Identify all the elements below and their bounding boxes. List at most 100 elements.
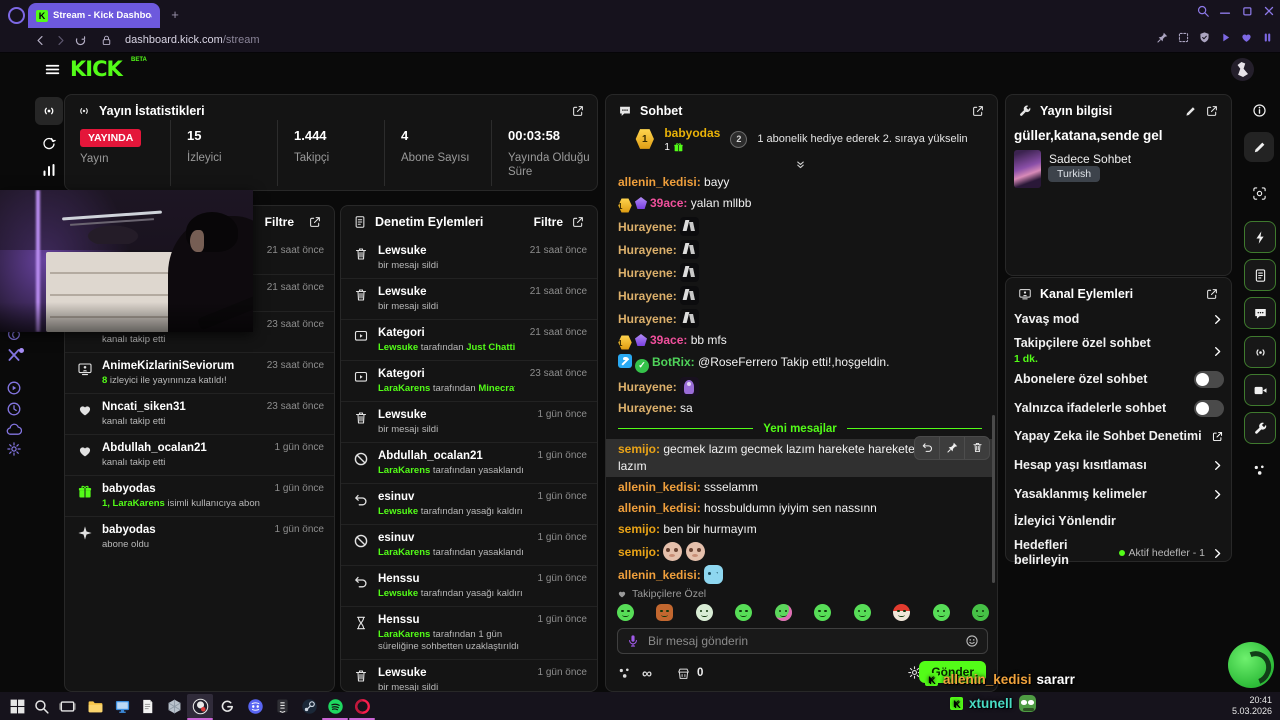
shop-icon[interactable] — [676, 666, 691, 681]
chat-username[interactable]: Hurayene: — [618, 380, 677, 394]
taskbar-glogo[interactable] — [214, 694, 240, 718]
chat-username[interactable]: semijo: — [618, 545, 660, 559]
url-field[interactable]: dashboard.kick.com/stream — [125, 34, 260, 46]
taskbar-discord[interactable] — [242, 694, 268, 718]
list-item[interactable]: Henssu LaraKarens tarafından 1 gün süreli… — [341, 606, 597, 659]
close-icon[interactable] — [1262, 4, 1276, 18]
category-name[interactable]: Sadece Sohbet — [1049, 152, 1131, 166]
chevron-collapse-icon[interactable] — [792, 161, 809, 172]
chat-message[interactable]: allenin_kedisi: — [606, 563, 994, 586]
heart-icon[interactable] — [1240, 31, 1253, 44]
chat-message[interactable]: Hurayene: — [606, 284, 994, 307]
gx-clock-icon[interactable] — [6, 401, 22, 417]
chat-username[interactable]: Hurayene: — [618, 401, 677, 415]
channel-action-row[interactable]: Takipçilere özel sohbet 1 dk. — [1014, 336, 1224, 367]
forward-icon[interactable] — [54, 34, 67, 47]
undo-action-button[interactable] — [915, 437, 939, 459]
quick-emote-smile[interactable] — [814, 604, 832, 621]
chat-username[interactable]: Hurayene: — [618, 289, 677, 303]
taskbar-spotify[interactable] — [322, 694, 348, 718]
rail-lightning-button[interactable] — [1244, 221, 1276, 253]
taskbar-win[interactable] — [4, 694, 30, 718]
rail-pencil-button[interactable] — [1244, 132, 1274, 162]
rail-broadcast-button[interactable] — [1244, 336, 1276, 368]
quick-emote-sick[interactable] — [971, 604, 989, 621]
quick-emote-smirk[interactable] — [735, 604, 753, 621]
kick-logo[interactable]: KICK — [70, 57, 123, 81]
list-item[interactable]: Nncati_siken31 kanalı takip etti 23 saat ö… — [65, 393, 334, 434]
minimize-icon[interactable] — [1218, 4, 1232, 18]
left-nav-broadcast[interactable] — [35, 97, 63, 125]
maximize-icon[interactable] — [1240, 4, 1254, 18]
taskbar-opera[interactable] — [349, 694, 375, 718]
list-item[interactable]: AnimeKizlariniSeviorum 8 izleyici ile yay… — [65, 352, 334, 393]
sidebars-icon[interactable] — [1261, 31, 1274, 44]
channel-action-row[interactable]: Yapay Zeka ile Sohbet Denetimi — [1014, 429, 1224, 444]
toggle-switch[interactable] — [1194, 400, 1224, 417]
list-item[interactable]: Abdullah_ocalan21 LaraKarens tarafından y… — [341, 442, 597, 483]
chat-username[interactable]: allenin_kedisi: — [618, 175, 701, 189]
chat-username[interactable]: allenin_kedisi: — [618, 480, 701, 494]
list-item[interactable]: Lewsuke bir mesajı sildi 1 gün önce — [341, 659, 597, 691]
combo-dots-icon[interactable] — [617, 666, 632, 681]
expand-icon[interactable] — [571, 104, 585, 118]
chat-username[interactable]: Hurayene: — [618, 243, 677, 257]
list-item[interactable]: Kategori LaraKarens tarafından Minecraft … — [341, 360, 597, 401]
chat-message[interactable]: semijo: — [606, 540, 994, 563]
rail-wrench-button[interactable] — [1244, 412, 1276, 444]
left-nav-clip[interactable] — [35, 130, 63, 158]
channel-action-row[interactable]: İzleyici Yönlendir — [1014, 514, 1224, 529]
chat-username[interactable]: semijo: — [618, 442, 660, 456]
chat-username[interactable]: 39ace: — [650, 333, 687, 347]
channel-action-row[interactable]: Hedefleri belirleyin Aktif hedefler - 1 — [1014, 538, 1224, 568]
gx-playcirc-icon[interactable] — [6, 380, 22, 396]
chat-input[interactable]: Bir mesaj gönderin — [617, 628, 988, 654]
back-icon[interactable] — [34, 34, 47, 47]
channel-action-row[interactable]: Yalnızca ifadelerle sohbet — [1014, 400, 1224, 417]
chat-message[interactable]: semijo: gecmek lazım gecmek lazım hareke… — [606, 435, 994, 477]
toggle-switch[interactable] — [1194, 371, 1224, 388]
rail-screencap-button[interactable] — [1244, 178, 1274, 208]
list-item[interactable]: Lewsuke bir mesajı sildi 1 gün önce — [341, 401, 597, 442]
emoji-picker-icon[interactable] — [965, 634, 979, 648]
expand-icon[interactable] — [571, 215, 585, 229]
chat-message[interactable]: allenin_kedisi: bayy — [606, 172, 994, 193]
list-item[interactable]: babyodas 1, LaraKarens isimli kullanıcıya… — [65, 475, 334, 516]
channel-action-row[interactable]: Abonelere özel sohbet — [1014, 371, 1224, 388]
search-icon[interactable] — [1196, 4, 1210, 18]
list-item[interactable]: Lewsuke bir mesajı sildi 21 saat önce — [341, 278, 597, 319]
taskbar-prism[interactable] — [161, 694, 187, 718]
chat-message[interactable]: allenin_kedisi: hossbuldumn iyiyim sen n… — [606, 498, 994, 519]
gx-gear-icon[interactable] — [6, 441, 22, 457]
gx-cloud-icon[interactable] — [6, 422, 22, 438]
chat-message[interactable]: allenin_kedisi: sararr — [606, 586, 994, 587]
floating-widget[interactable] — [1228, 642, 1274, 688]
taskbar-obs[interactable] — [187, 694, 213, 718]
reload-icon[interactable] — [74, 34, 87, 47]
chat-scrollbar[interactable] — [992, 415, 995, 583]
taskbar-notepad[interactable] — [134, 694, 160, 718]
quick-emote-grin[interactable] — [853, 604, 871, 621]
snapshot-icon[interactable] — [1177, 31, 1190, 44]
rail-chatbubble-button[interactable] — [1244, 297, 1276, 329]
gifter-leaderboard-banner[interactable]: 1 babyodas 1 2 1 abonelik hediye ederek … — [606, 117, 997, 161]
taskbar-taskview[interactable] — [54, 694, 80, 718]
play-icon[interactable] — [1219, 31, 1232, 44]
quick-emote-alien[interactable] — [695, 604, 713, 621]
rail-doc-button[interactable] — [1244, 259, 1276, 291]
rail-dots3-button[interactable] — [1244, 455, 1274, 485]
list-item[interactable]: Kategori Lewsuke tarafından Just Chatting… — [341, 319, 597, 360]
infinity-icon[interactable]: ∞ — [642, 666, 652, 680]
taskbar-folder[interactable] — [82, 694, 108, 718]
list-item[interactable]: esinuv LaraKarens tarafından yasaklandı 1 … — [341, 524, 597, 565]
expand-icon[interactable] — [1205, 287, 1219, 301]
chat-username[interactable]: allenin_kedisi: — [618, 501, 701, 515]
taskbar-monitor[interactable] — [109, 694, 135, 718]
list-item[interactable]: Lewsuke bir mesajı sildi 21 saat önce — [341, 238, 597, 278]
new-tab-button[interactable]: + — [168, 8, 182, 22]
chat-username[interactable]: allenin_kedisi: — [618, 568, 701, 582]
quick-emote-party[interactable] — [774, 604, 792, 621]
expand-icon[interactable] — [1205, 104, 1219, 118]
quick-emote-cap[interactable] — [893, 604, 911, 621]
browser-tab[interactable]: K Stream - Kick Dashboard — [28, 3, 160, 28]
